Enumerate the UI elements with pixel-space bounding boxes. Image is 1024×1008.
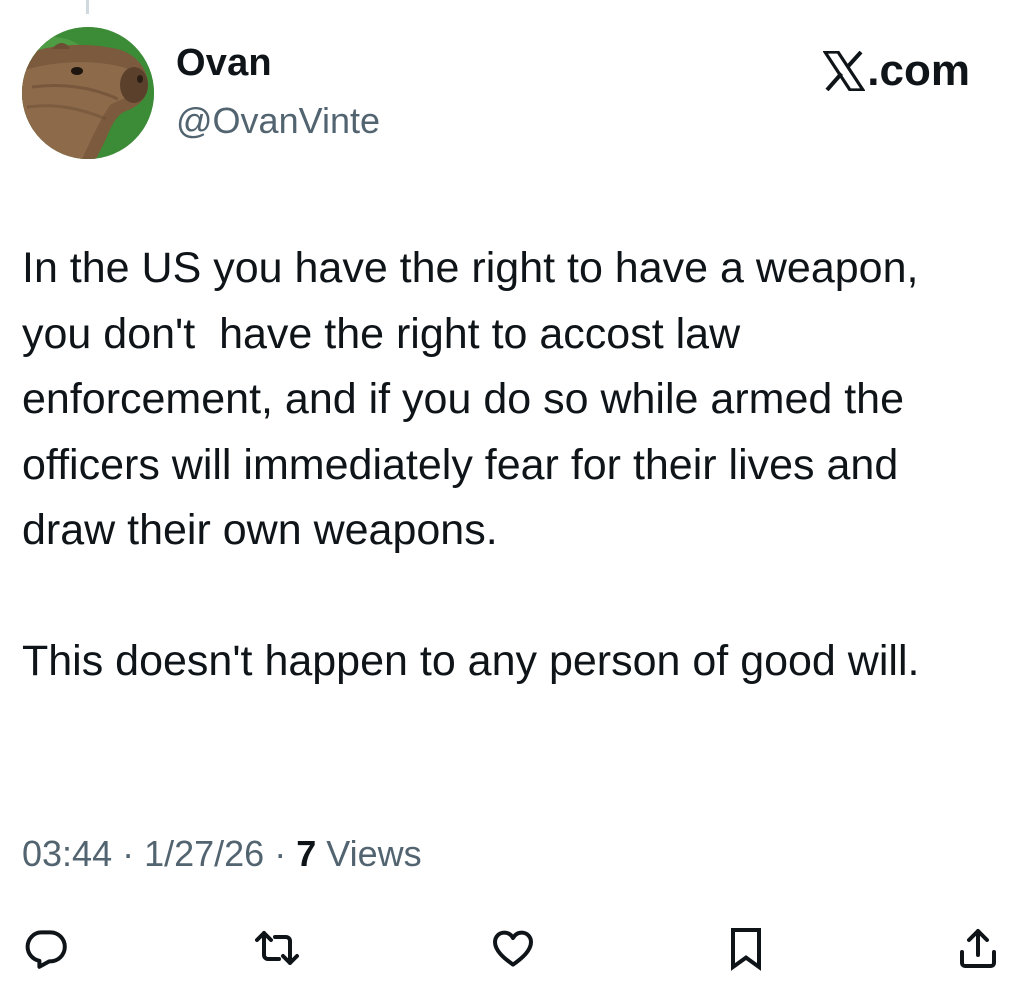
tweet-meta: 03:44 · 1/27/26 · 7 Views (22, 833, 422, 875)
tweet-paragraph: This doesn't happen to any person of goo… (22, 636, 920, 685)
share-button[interactable] (950, 920, 1006, 976)
meta-separator: · (112, 833, 145, 874)
views-label: Views (326, 833, 422, 874)
reply-button[interactable] (18, 920, 74, 976)
like-button[interactable] (485, 920, 541, 976)
tweet-paragraph: In the US you have the right to have a w… (22, 244, 931, 554)
site-brand-label: .com (867, 46, 970, 95)
author-handle[interactable]: @OvanVinte (176, 100, 380, 142)
heart-icon (489, 924, 537, 972)
avatar[interactable] (22, 27, 154, 159)
views-count: 7 (296, 833, 317, 874)
bookmark-icon (722, 924, 770, 972)
thread-connector-line (86, 0, 89, 14)
repost-button[interactable] (249, 920, 305, 976)
post-time[interactable]: 03:44 (22, 833, 112, 874)
share-upload-icon (954, 924, 1002, 972)
speech-bubble-icon (22, 924, 70, 972)
bookmark-button[interactable] (718, 920, 774, 976)
repost-arrows-icon (253, 924, 301, 972)
capybara-avatar-image (22, 27, 154, 159)
x-logo-icon (822, 50, 867, 92)
tweet-text: In the US you have the right to have a w… (22, 236, 997, 694)
tweet-action-bar (0, 920, 1024, 984)
post-date[interactable]: 1/27/26 (144, 833, 264, 874)
author-display-name[interactable]: Ovan (176, 42, 272, 85)
site-brand: .com (822, 46, 970, 96)
meta-separator: · (264, 833, 297, 874)
